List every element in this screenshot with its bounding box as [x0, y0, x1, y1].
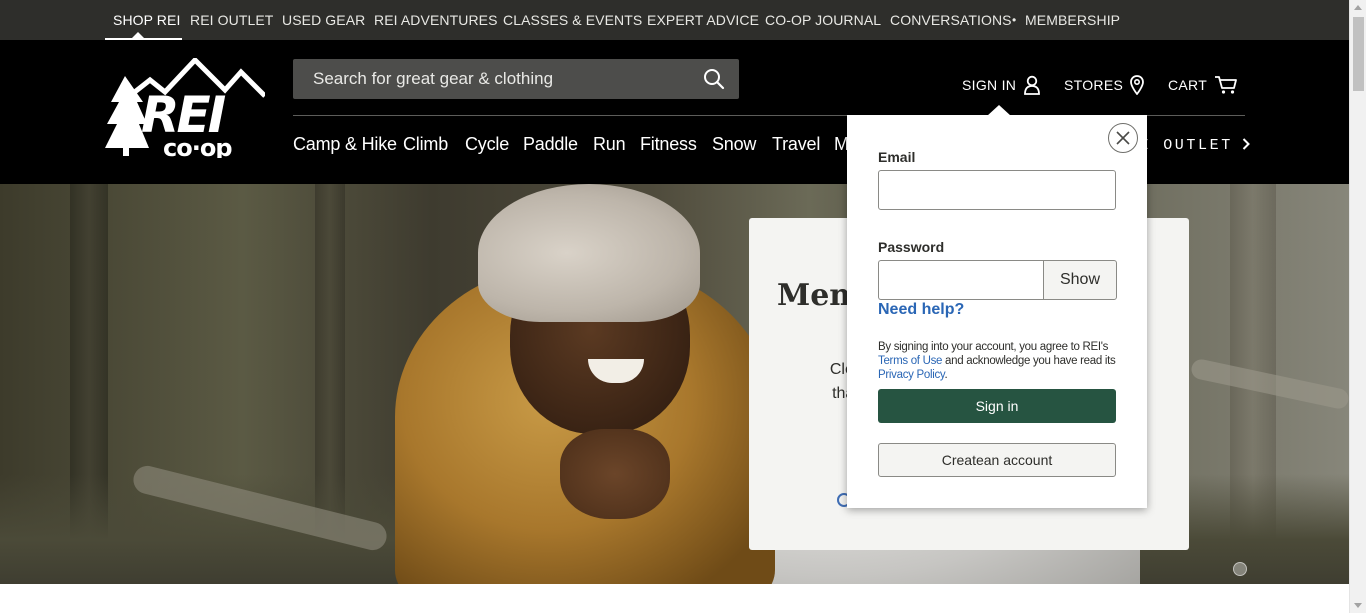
password-field[interactable] [878, 260, 1044, 300]
topbar-link-expert-advice[interactable]: EXPERT ADVICE [647, 0, 759, 40]
category-run[interactable]: Run [593, 134, 626, 155]
close-popover-button[interactable] [1108, 123, 1138, 153]
sign-in-label: SIGN IN [962, 77, 1017, 93]
top-utility-bar: SHOP REI REI OUTLET USED GEAR REI ADVENT… [0, 0, 1349, 40]
hero-person-hat [478, 184, 700, 322]
create-account-button[interactable]: Createan account [878, 443, 1116, 477]
privacy-policy-link[interactable]: Privacy Policy [878, 369, 945, 381]
category-snow[interactable]: Snow [712, 134, 756, 155]
topbar-link-shop-rei[interactable]: SHOP REI [113, 0, 180, 40]
scrollbar-thumb[interactable] [1353, 17, 1364, 91]
close-icon [1116, 131, 1130, 145]
stores-link[interactable]: STORES [1064, 72, 1145, 98]
topbar-separator: • [1012, 13, 1017, 27]
category-paddle[interactable]: Paddle [523, 134, 578, 155]
legal-prefix: By signing into your account, you agree … [878, 341, 1109, 353]
svg-text:co·op: co·op [163, 134, 232, 158]
active-tab-notch [132, 32, 144, 38]
email-field[interactable] [878, 170, 1116, 210]
topbar-link-rei-outlet[interactable]: REI OUTLET [190, 0, 273, 40]
need-help-link[interactable]: Need help? [878, 301, 964, 319]
carousel-dot[interactable] [1233, 562, 1247, 576]
hero-person-hand [560, 429, 670, 519]
cart-link[interactable]: CART [1168, 72, 1238, 98]
scroll-down-arrow-icon[interactable] [1354, 603, 1362, 608]
topbar-link-co-op-journal[interactable]: CO-OP JOURNAL [765, 0, 881, 40]
scroll-up-arrow-icon[interactable] [1354, 5, 1362, 10]
rei-outlet-nav-link[interactable]: I OUTLET [1140, 137, 1251, 154]
cart-label: CART [1168, 77, 1208, 93]
topbar-link-used-gear[interactable]: USED GEAR [282, 0, 365, 40]
search-bar [293, 59, 739, 99]
category-climb[interactable]: Climb [403, 134, 448, 155]
topbar-link-rei-adventures[interactable]: REI ADVENTURES [374, 0, 498, 40]
rei-coop-logo[interactable]: REI co·op [105, 58, 265, 158]
topbar-link-membership[interactable]: MEMBERSHIP [1025, 0, 1120, 40]
terms-of-use-link[interactable]: Terms of Use [878, 355, 942, 367]
location-pin-icon [1130, 75, 1145, 95]
category-fitness[interactable]: Fitness [640, 134, 697, 155]
stores-label: STORES [1064, 77, 1124, 93]
email-label: Email [878, 149, 916, 165]
sign-in-legal-text: By signing into your account, you agree … [878, 340, 1118, 382]
show-password-button[interactable]: Show [1043, 260, 1117, 300]
page-scrollbar[interactable] [1349, 0, 1366, 613]
search-input[interactable] [293, 59, 693, 99]
popover-caret [987, 105, 1011, 116]
chevron-right-icon [1243, 138, 1251, 150]
user-icon [1024, 75, 1041, 95]
topbar-link-conversations[interactable]: CONVERSATIONS [890, 0, 1012, 40]
page: SHOP REI REI OUTLET USED GEAR REI ADVENT… [0, 0, 1366, 613]
rei-outlet-nav-label: I OUTLET [1140, 137, 1233, 154]
category-cycle[interactable]: Cycle [465, 134, 509, 155]
sign-in-link[interactable]: SIGN IN [962, 72, 1041, 98]
legal-middle: and acknowledge you have read its [945, 355, 1116, 367]
sign-in-popover: Email Password Show Need help? By signin… [847, 105, 1147, 508]
cart-icon [1215, 76, 1237, 94]
legal-suffix: . [944, 369, 948, 381]
category-travel[interactable]: Travel [772, 134, 820, 155]
topbar-link-classes-events[interactable]: CLASSES & EVENTS [503, 0, 642, 40]
password-label: Password [878, 239, 945, 255]
category-camp-hike[interactable]: Camp & Hike [293, 134, 397, 155]
sign-in-button[interactable]: Sign in [878, 389, 1116, 423]
search-icon[interactable] [703, 68, 725, 90]
